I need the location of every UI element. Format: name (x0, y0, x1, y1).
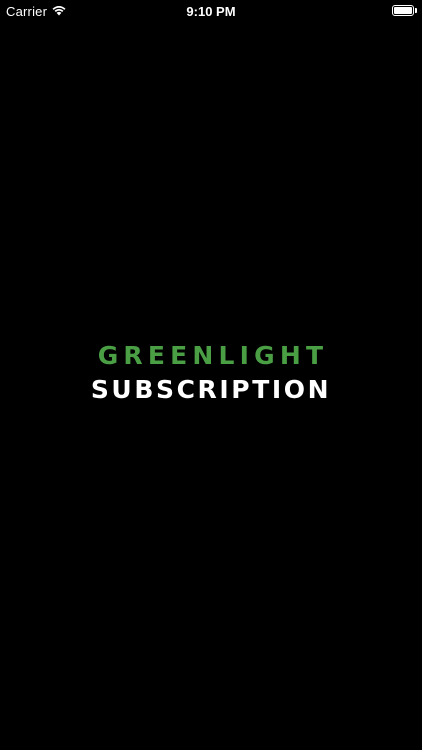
logo-wordmark-greenlight: GREENLIGHT (97, 341, 329, 370)
app-logo: GREENLIGHT SUBSCRIPTION (0, 341, 422, 405)
battery-level-fill (394, 7, 412, 14)
logo-wordmark-subscription: SUBSCRIPTION (90, 375, 332, 404)
clock-time: 9:10 PM (186, 4, 236, 19)
status-bar: Carrier 9:10 PM (0, 0, 422, 22)
splash-screen: Carrier 9:10 PM GREENLIGHT SUBSCRIPTION (0, 0, 422, 750)
battery-cap (415, 8, 417, 13)
battery-icon (392, 5, 414, 16)
